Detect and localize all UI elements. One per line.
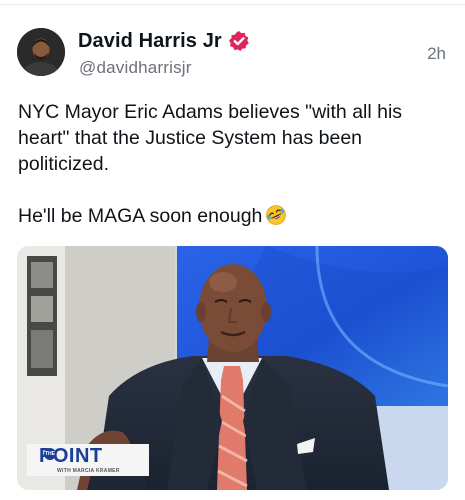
post-text: NYC Mayor Eric Adams believes "with all …	[18, 99, 448, 229]
post-text-line: heart" that the Justice System has been	[18, 127, 363, 149]
rolling-laughing-emoji-icon	[265, 204, 287, 226]
show-lower-third: POINT THE WITH MARCIA KRAMER	[27, 444, 149, 476]
post-text-line: NYC Mayor Eric Adams believes "with all …	[18, 101, 403, 123]
avatar[interactable]	[17, 28, 65, 76]
post-text-line: politicized.	[18, 153, 110, 175]
author-display-name[interactable]: David Harris Jr	[78, 29, 222, 53]
top-divider	[0, 4, 465, 5]
show-prefix: THE	[44, 448, 56, 460]
author-name-row: David Harris Jr	[78, 29, 250, 53]
author-handle[interactable]: @davidharrisjr	[79, 58, 192, 78]
post-text-line-2: He'll be MAGA soon enough	[18, 205, 263, 227]
post-text-line: He'll be MAGA soon enough	[18, 203, 448, 229]
post-timestamp: 2h	[427, 44, 446, 63]
user-avatar-icon	[17, 28, 65, 76]
verified-badge-icon	[228, 30, 250, 52]
host-credit: WITH MARCIA KRAMER	[57, 468, 120, 474]
post-media-image[interactable]: POINT THE WITH MARCIA KRAMER	[17, 246, 448, 490]
